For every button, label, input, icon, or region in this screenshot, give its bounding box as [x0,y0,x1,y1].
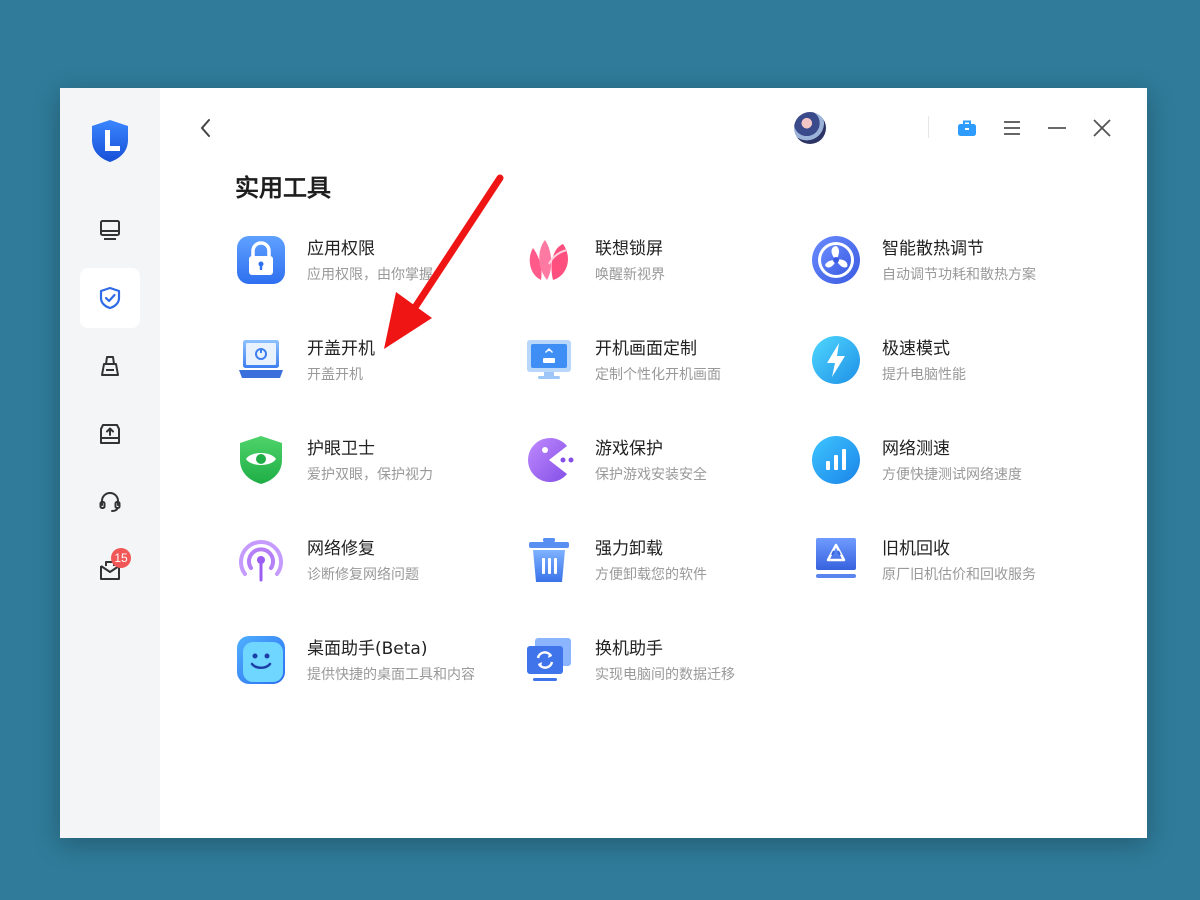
tool-lenovo-lockscreen[interactable]: 联想锁屏 唤醒新视界 [523,234,783,294]
headset-icon [99,491,121,512]
tool-network-speedtest[interactable]: 网络测速 方便快捷测试网络速度 [810,434,1070,494]
tool-desc: 原厂旧机估价和回收服务 [882,567,1036,583]
tool-desc: 提供快捷的桌面工具和内容 [307,667,475,683]
header-divider [928,116,929,138]
app-window: 15 实用工具 应用权限 应用权限，由你掌握 联想锁屏 唤醒新视界 智能散热调节… [60,88,1147,838]
tool-app-permission[interactable]: 应用权限 应用权限，由你掌握 [235,234,495,294]
trash-icon [529,538,569,582]
monitor-icon [100,220,120,240]
tool-desc: 自动调节功耗和散热方案 [882,267,1036,283]
transfer-icon [527,638,571,681]
app-logo-icon [92,120,128,162]
tool-name: 游戏保护 [595,439,663,459]
tool-desktop-assistant[interactable]: 桌面助手(Beta) 提供快捷的桌面工具和内容 [235,634,495,694]
tool-name: 护眼卫士 [307,439,375,459]
tool-desc: 提升电脑性能 [882,367,966,383]
tool-name: 开盖开机 [307,339,375,359]
user-avatar[interactable] [794,112,826,144]
close-icon[interactable] [1088,114,1116,142]
tool-name: 极速模式 [882,339,950,359]
tool-name: 桌面助手(Beta) [307,639,428,659]
tool-desc: 保护游戏安装安全 [595,467,707,483]
sidebar-item-cleanup[interactable] [80,336,140,396]
tool-boot-screen-custom[interactable]: 开机画面定制 定制个性化开机画面 [523,334,783,394]
lightning-icon [812,336,860,384]
unread-badge: 15 [111,548,131,568]
tool-eye-guard[interactable]: 护眼卫士 爱护双眼，保护视力 [235,434,495,494]
fan-icon [812,236,860,284]
tool-old-device-recycle[interactable]: 旧机回收 原厂旧机估价和回收服务 [810,534,1070,594]
tool-desc: 定制个性化开机画面 [595,367,721,383]
tool-name: 联想锁屏 [595,239,663,259]
tool-desc: 应用权限，由你掌握 [307,267,433,283]
sidebar-item-support[interactable] [80,472,140,532]
tool-desc: 唤醒新视界 [595,267,665,283]
bar-chart-icon [812,436,860,484]
tool-name: 强力卸载 [595,539,663,559]
shield-check-icon [99,286,121,310]
tool-name: 换机助手 [595,639,663,659]
tool-desc: 方便快捷测试网络速度 [882,467,1022,483]
sidebar-item-messages[interactable]: 15 [80,540,140,600]
broom-icon [101,356,119,376]
tool-lid-open-boot[interactable]: 开盖开机 开盖开机 [235,334,495,394]
tool-name: 应用权限 [307,239,375,259]
tool-network-repair[interactable]: 网络修复 诊断修复网络问题 [235,534,495,594]
minimize-icon[interactable] [1043,114,1071,142]
briefcase-icon[interactable] [953,114,981,142]
tool-name: 网络测速 [882,439,950,459]
tool-desc: 实现电脑间的数据迁移 [595,667,735,683]
sidebar-item-device[interactable] [80,200,140,260]
tool-speed-mode[interactable]: 极速模式 提升电脑性能 [810,334,1070,394]
smile-icon [237,636,285,684]
pacman-icon [528,438,574,482]
lock-icon [237,236,285,284]
monitor-flower-icon [527,340,571,379]
tool-name: 智能散热调节 [882,239,984,259]
tool-game-protection[interactable]: 游戏保护 保护游戏安装安全 [523,434,783,494]
tool-desc: 爱护双眼，保护视力 [307,467,433,483]
tool-desc: 方便卸载您的软件 [595,567,707,583]
tool-device-migration[interactable]: 换机助手 实现电脑间的数据迁移 [523,634,783,694]
tool-name: 网络修复 [307,539,375,559]
eye-shield-icon [240,436,282,484]
tool-name: 开机画面定制 [595,339,697,359]
chevron-left-icon[interactable] [194,114,218,142]
page-title: 实用工具 [235,174,331,202]
menu-icon[interactable] [998,114,1026,142]
sidebar-item-security[interactable] [80,268,140,328]
laptop-power-icon [239,340,283,378]
tool-desc: 开盖开机 [307,367,363,383]
tool-force-uninstall[interactable]: 强力卸载 方便卸载您的软件 [523,534,783,594]
petal-icon [529,240,568,280]
tool-desc: 诊断修复网络问题 [307,567,419,583]
sidebar: 15 [60,88,160,838]
drive-upload-icon [100,424,120,444]
sidebar-item-drive[interactable] [80,404,140,464]
signal-icon [239,540,283,582]
tool-smart-cooling[interactable]: 智能散热调节 自动调节功耗和散热方案 [810,234,1070,294]
tool-name: 旧机回收 [882,539,950,559]
recycle-monitor-icon [816,538,856,578]
